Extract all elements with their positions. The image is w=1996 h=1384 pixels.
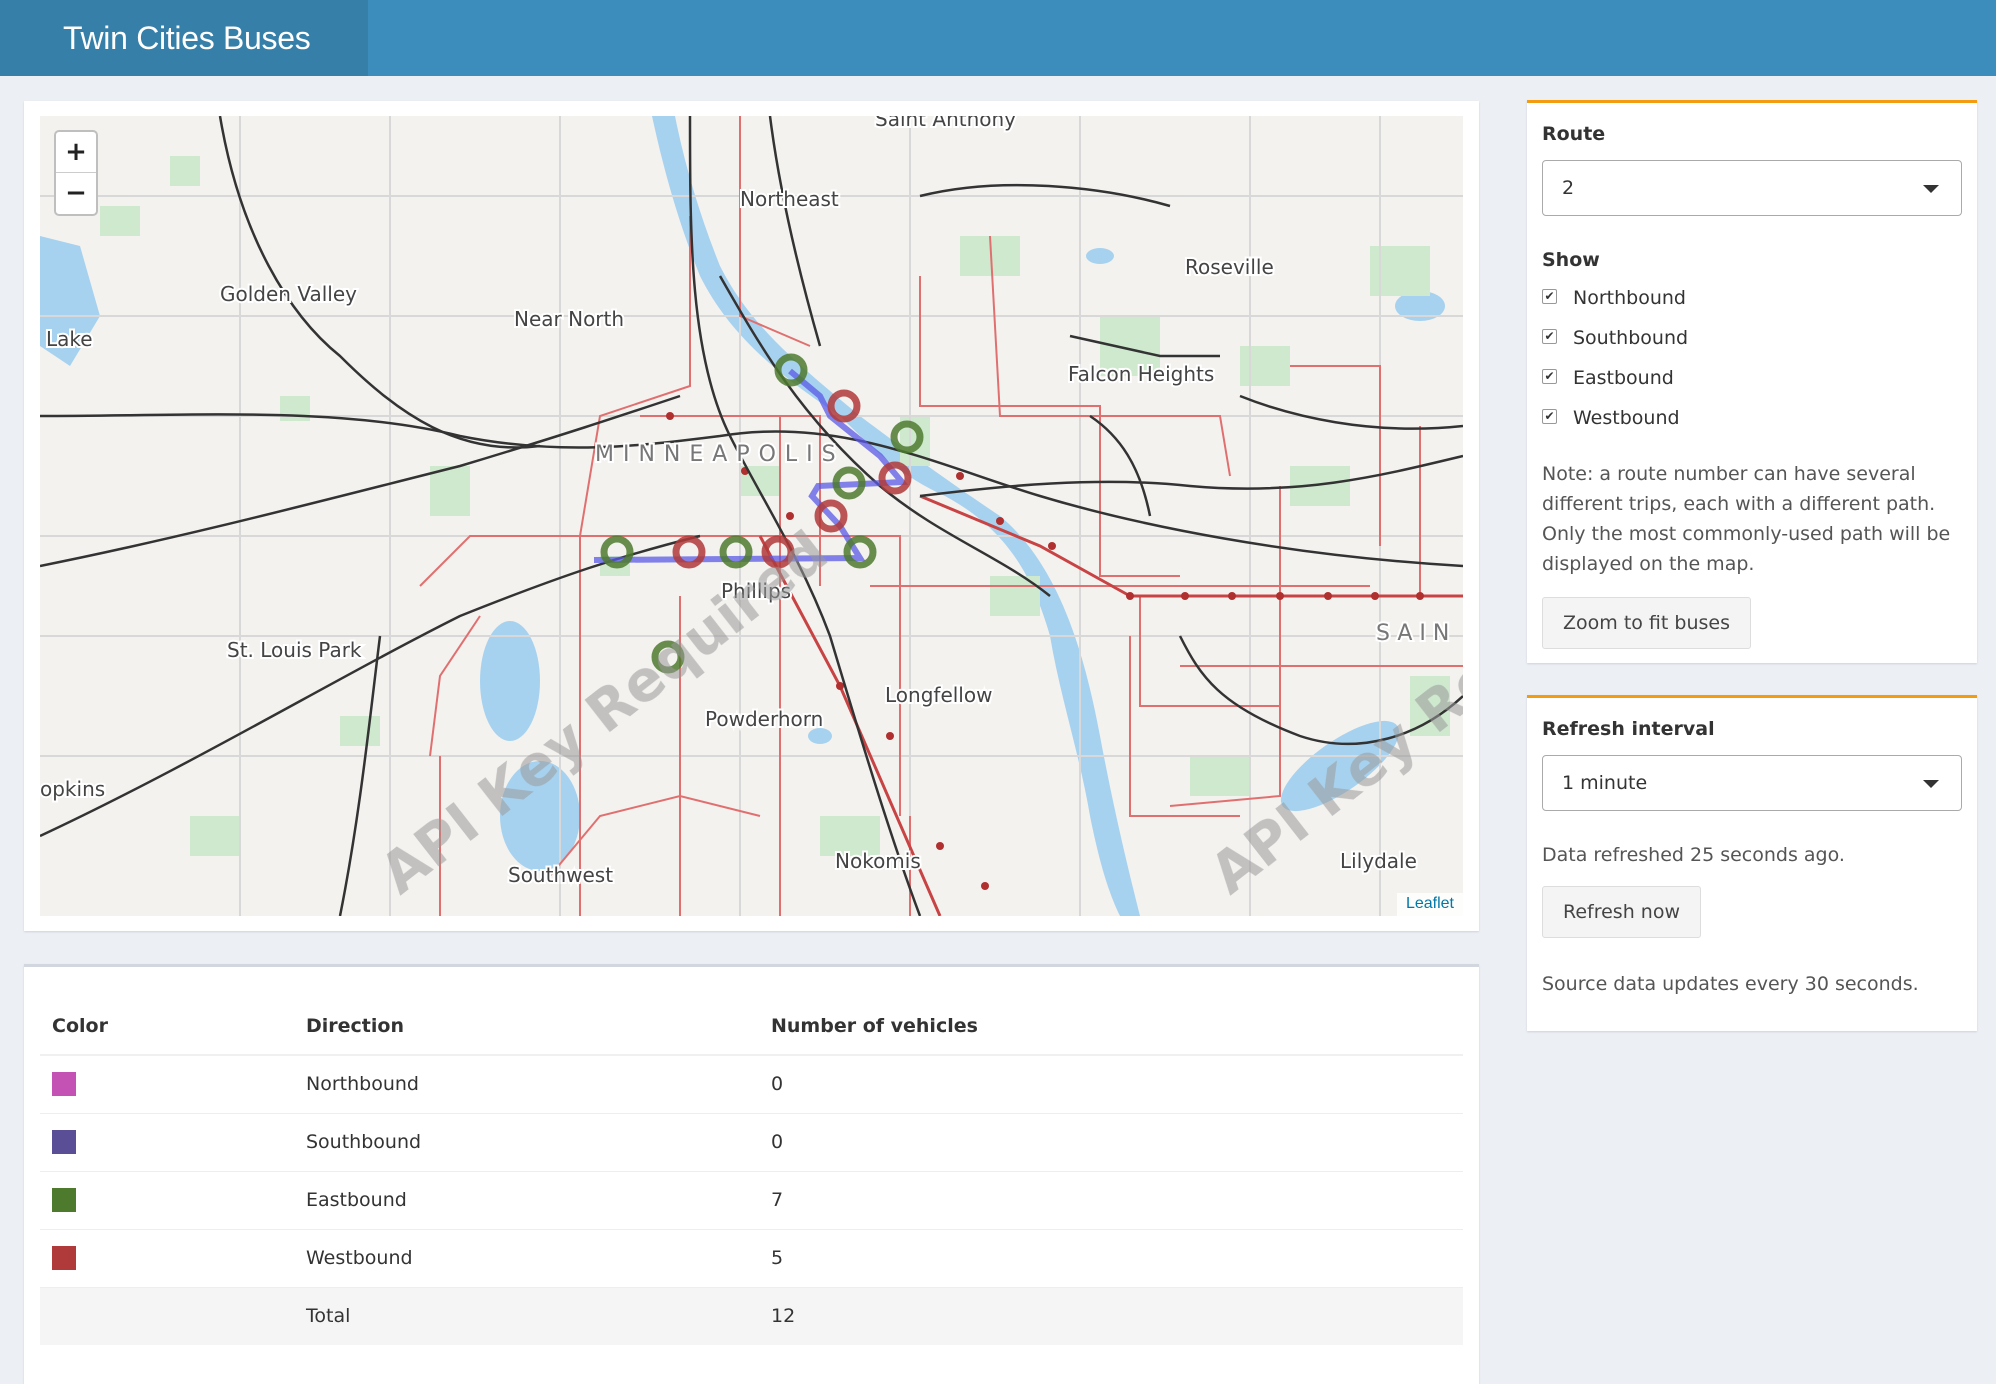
source-update-note: Source data updates every 30 seconds. [1542, 973, 1919, 995]
checkbox-label: Northbound [1573, 287, 1686, 309]
table-total-row: Total 12 [40, 1286, 1463, 1345]
label-lake: Lake [46, 327, 93, 351]
route-panel: Route 2 Show ✔ Northbound ✔ Southbound ✔ Ea… [1527, 100, 1977, 663]
total-label: Total [294, 1286, 759, 1345]
label-near-north: Near North [514, 307, 624, 331]
refresh-now-button[interactable]: Refresh now [1542, 886, 1701, 938]
route-select-value: 2 [1562, 177, 1575, 199]
color-swatch [52, 1072, 76, 1097]
checkbox-icon[interactable]: ✔ [1542, 369, 1557, 384]
zoom-out-button[interactable]: − [56, 173, 96, 214]
label-southwest: Southwest [508, 863, 613, 887]
table-row: Westbound 5 [40, 1228, 1463, 1287]
route-label: Route [1542, 123, 1606, 145]
caret-down-icon [1923, 185, 1939, 193]
app-header: Twin Cities Buses [0, 0, 1996, 76]
refresh-interval-value: 1 minute [1562, 772, 1648, 794]
label-northeast: Northeast [740, 187, 839, 211]
checkbox-icon[interactable]: ✔ [1542, 289, 1557, 304]
count-cell: 0 [759, 1054, 1463, 1113]
label-longfellow: Longfellow [885, 683, 992, 707]
count-cell: 7 [759, 1170, 1463, 1229]
label-roseville: Roseville [1185, 255, 1274, 279]
vehicle-table: Color Direction Number of vehicles North… [40, 997, 1463, 1345]
checkbox-eastbound[interactable]: ✔ Eastbound [1542, 363, 1674, 393]
label-opkins: opkins [40, 777, 105, 801]
watermark: API Key Required [1199, 519, 1463, 907]
checkbox-label: Westbound [1573, 407, 1680, 429]
direction-cell: Eastbound [294, 1170, 759, 1229]
refresh-panel: Refresh interval 1 minute Data refreshed… [1527, 695, 1977, 1031]
vehicle-summary-panel: Color Direction Number of vehicles North… [24, 964, 1479, 1384]
bus-map[interactable]: Saint Anthony Northeast Roseville Golden… [40, 116, 1463, 916]
direction-cell: Southbound [294, 1112, 759, 1171]
map-tiles: Saint Anthony Northeast Roseville Golden… [40, 116, 1463, 916]
zoom-to-fit-button[interactable]: Zoom to fit buses [1542, 597, 1751, 649]
route-note: Note: a route number can have several di… [1542, 463, 1951, 575]
caret-down-icon [1923, 780, 1939, 788]
color-swatch [52, 1188, 76, 1212]
label-powderhorn: Powderhorn [705, 707, 823, 731]
direction-cell: Westbound [294, 1228, 759, 1287]
label-nokomis: Nokomis [835, 849, 921, 873]
direction-cell: Northbound [294, 1054, 759, 1113]
checkbox-label: Eastbound [1573, 367, 1674, 389]
label-falcon-heights: Falcon Heights [1068, 362, 1214, 386]
label-saint-anthony: Saint Anthony [875, 116, 1016, 131]
color-swatch [52, 1246, 76, 1270]
table-row: Southbound 0 [40, 1112, 1463, 1171]
checkbox-icon[interactable]: ✔ [1542, 409, 1557, 424]
map-attribution-link[interactable]: Leaflet [1396, 893, 1463, 916]
label-st-louis-park: St. Louis Park [227, 638, 362, 662]
table-header-row: Color Direction Number of vehicles [40, 997, 1463, 1056]
map-panel: Saint Anthony Northeast Roseville Golden… [24, 101, 1479, 931]
app-title: Twin Cities Buses [0, 0, 368, 76]
checkbox-westbound[interactable]: ✔ Westbound [1542, 403, 1680, 433]
count-cell: 0 [759, 1112, 1463, 1171]
checkbox-southbound[interactable]: ✔ Southbound [1542, 323, 1688, 353]
label-sain: SAIN [1376, 621, 1456, 646]
route-select[interactable]: 2 [1542, 160, 1962, 216]
label-golden-valley: Golden Valley [220, 282, 357, 306]
column-header-direction: Direction [294, 997, 759, 1056]
column-header-count: Number of vehicles [759, 997, 1463, 1056]
label-lilydale: Lilydale [1340, 849, 1417, 873]
column-header-color: Color [40, 997, 294, 1056]
total-count: 12 [759, 1286, 1463, 1345]
show-label: Show [1542, 249, 1600, 271]
checkbox-icon[interactable]: ✔ [1542, 329, 1557, 344]
refresh-interval-label: Refresh interval [1542, 718, 1715, 740]
count-cell: 5 [759, 1228, 1463, 1287]
table-row: Northbound 0 [40, 1054, 1463, 1113]
zoom-in-button[interactable]: + [56, 132, 96, 173]
label-minneapolis: MINNEAPOLIS [595, 442, 845, 467]
checkbox-northbound[interactable]: ✔ Northbound [1542, 283, 1686, 313]
refresh-status: Data refreshed 25 seconds ago. [1542, 844, 1845, 866]
color-swatch [52, 1130, 76, 1154]
table-row: Eastbound 7 [40, 1170, 1463, 1229]
checkbox-label: Southbound [1573, 327, 1689, 349]
zoom-control: + − [54, 130, 98, 216]
refresh-interval-select[interactable]: 1 minute [1542, 755, 1962, 811]
